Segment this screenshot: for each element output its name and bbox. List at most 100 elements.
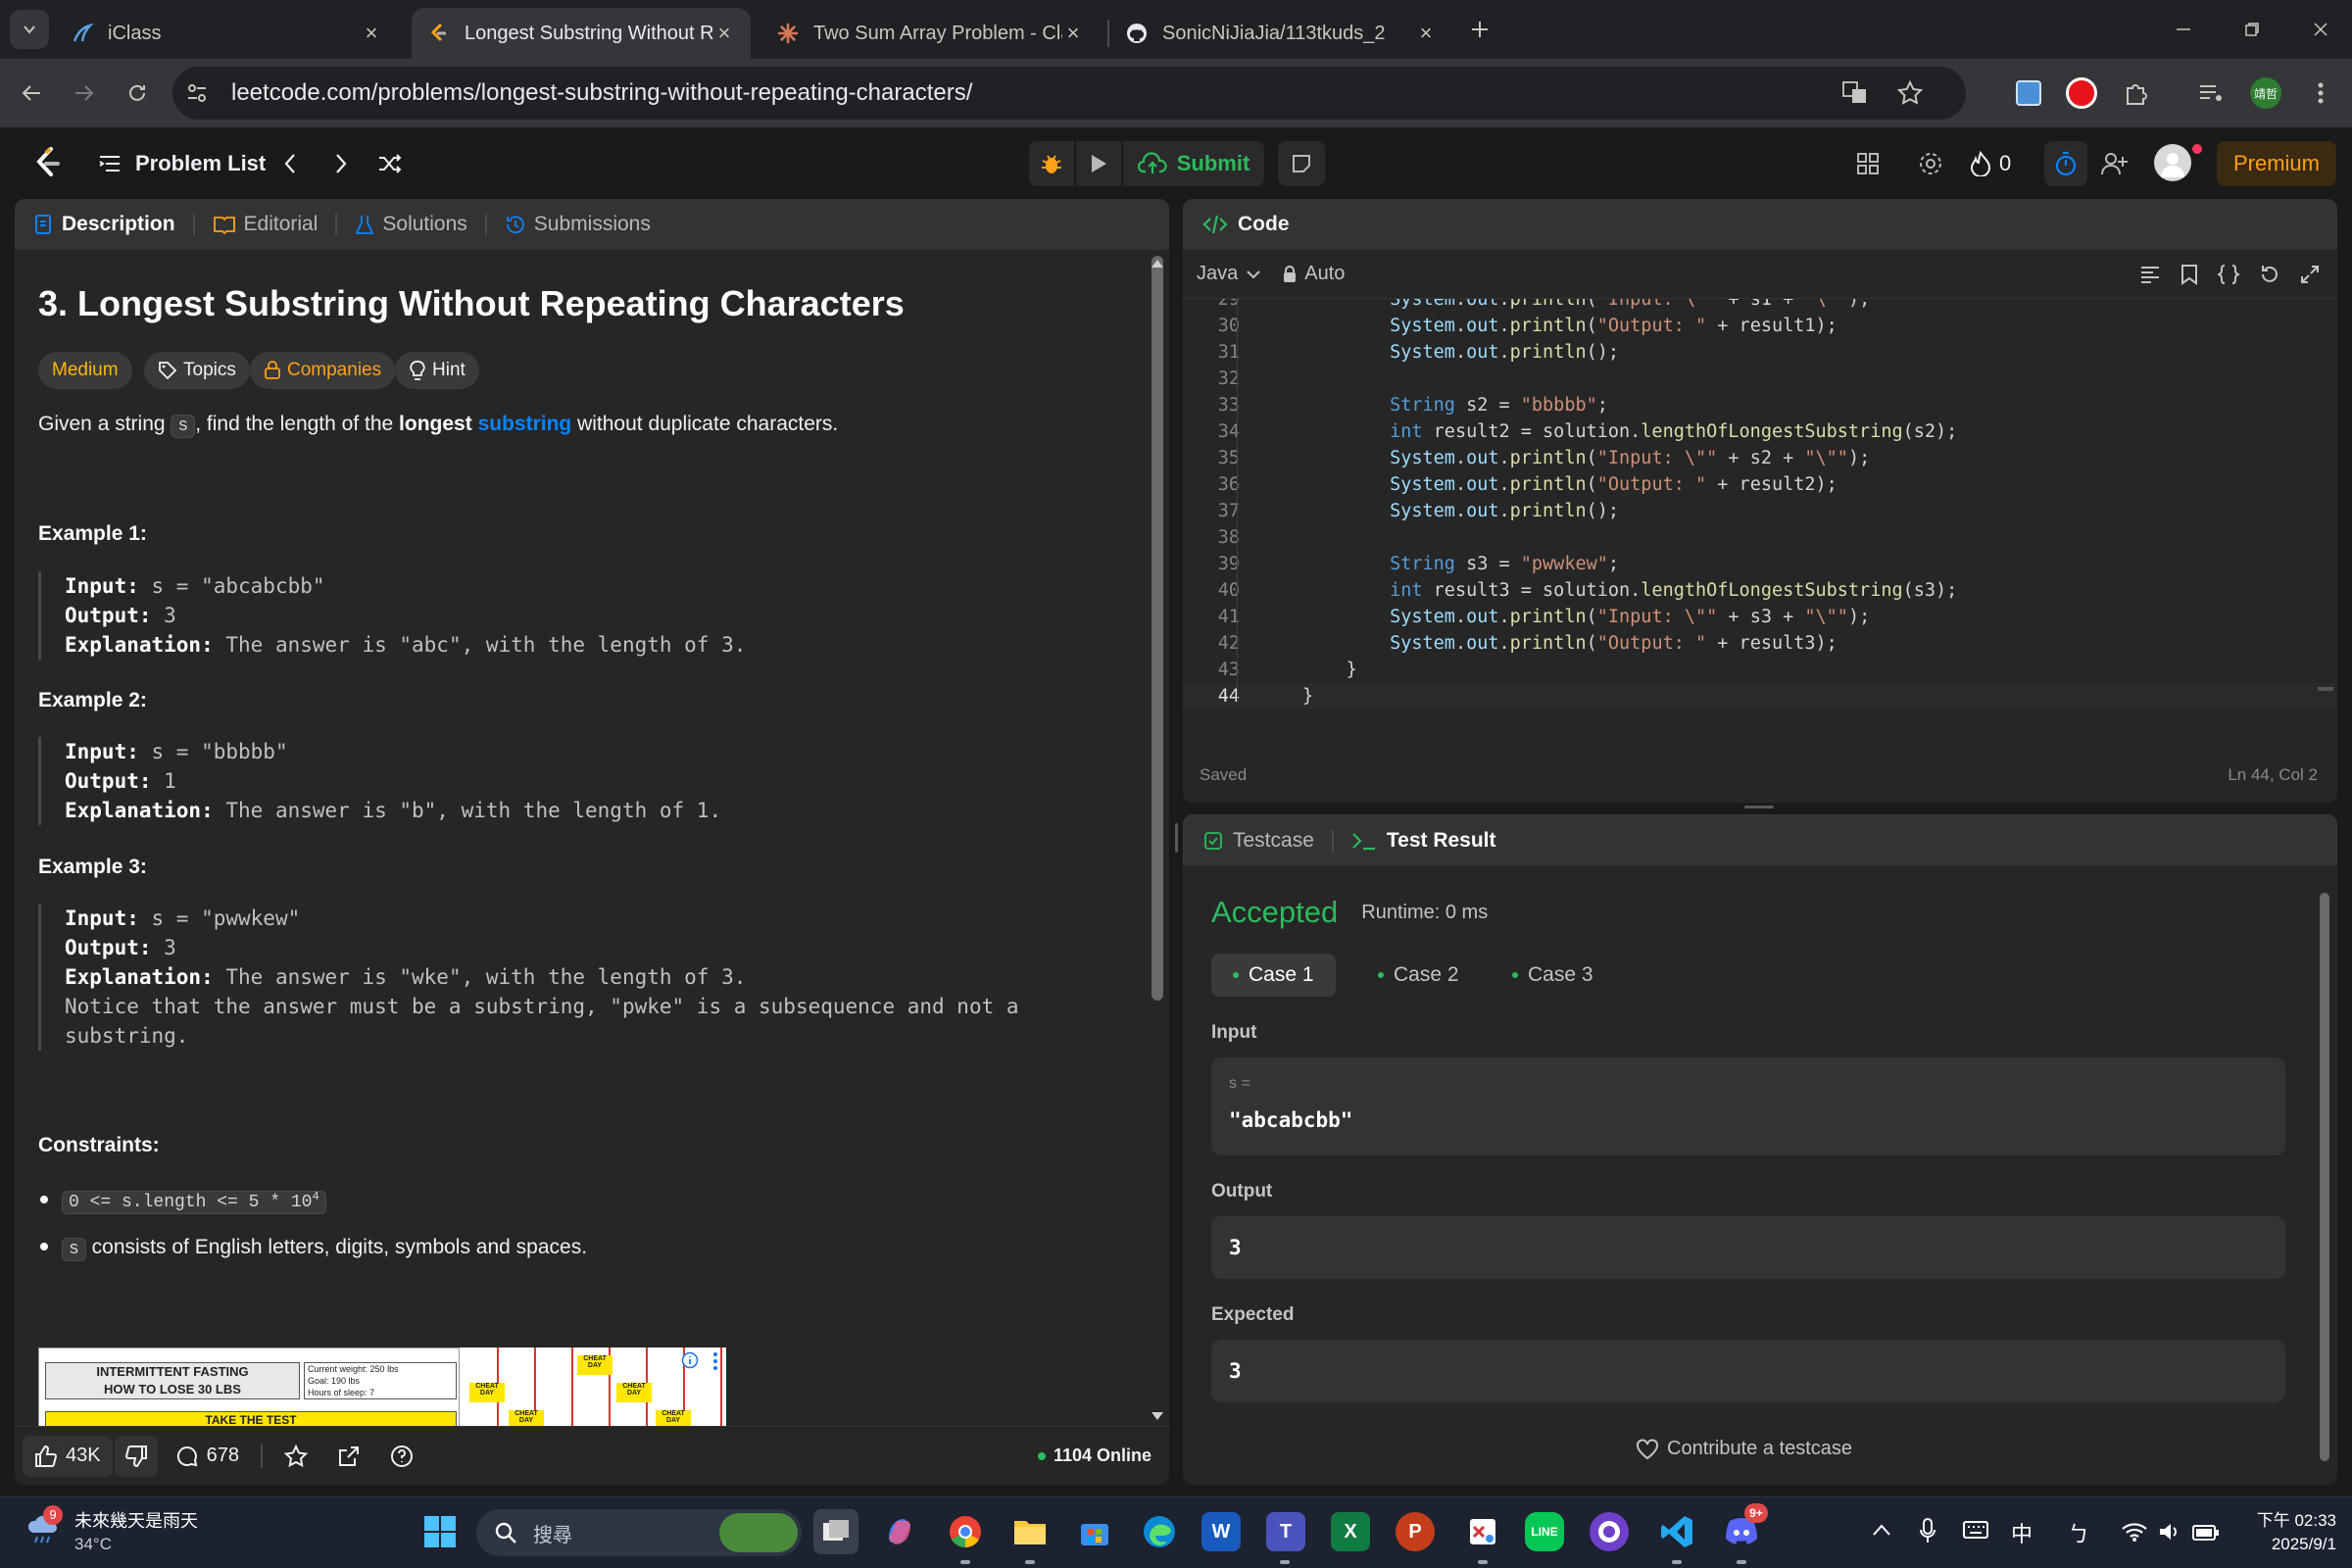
url-text[interactable]: leetcode.com/problems/longest-substring-… <box>231 79 972 107</box>
code-line[interactable]: 33 String s2 = "bbbbb"; <box>1183 392 2337 418</box>
extensions-button[interactable] <box>2117 74 2156 113</box>
code-editor[interactable]: 29 System.out.println("Input: \"" + s1 +… <box>1183 299 2337 730</box>
line-button[interactable]: LINE <box>1525 1512 1564 1551</box>
vscode-button[interactable] <box>1654 1509 1699 1554</box>
browser-tab-github[interactable]: SonicNiJiaJia/113tkuds_2 × <box>1109 8 1452 59</box>
task-view-button[interactable] <box>813 1509 858 1554</box>
code-line[interactable]: 40 int result3 = solution.lengthOfLonges… <box>1183 577 2337 604</box>
close-icon[interactable]: × <box>1062 21 1084 46</box>
speaker-icon[interactable] <box>2158 1521 2181 1543</box>
code-line[interactable]: 41 System.out.println("Input: \"" + s3 +… <box>1183 604 2337 630</box>
timer-button[interactable] <box>2044 141 2087 186</box>
github-desktop-button[interactable] <box>1590 1512 1629 1551</box>
restore-button[interactable] <box>2232 10 2272 49</box>
reload-button[interactable] <box>118 74 157 113</box>
scroll-down-icon[interactable] <box>1150 1410 1165 1422</box>
code-line[interactable]: 29 System.out.println("Input: \"" + s1 +… <box>1183 299 2337 313</box>
close-icon[interactable]: × <box>1415 21 1437 46</box>
random-problem-button[interactable] <box>372 147 408 180</box>
comments-button[interactable]: 678 <box>175 1445 239 1468</box>
invite-button[interactable] <box>2097 147 2132 180</box>
extension-button[interactable] <box>2009 74 2048 113</box>
close-icon[interactable]: × <box>361 21 382 46</box>
code-line[interactable]: 42 System.out.println("Output: " + resul… <box>1183 630 2337 657</box>
reset-icon[interactable] <box>2259 264 2280 285</box>
help-icon[interactable] <box>390 1445 414 1468</box>
code-line[interactable]: 38 <box>1183 524 2337 551</box>
wifi-icon[interactable] <box>2121 1521 2148 1543</box>
problem-list-button[interactable]: Problem List <box>98 147 266 180</box>
edge-button[interactable] <box>1137 1509 1182 1554</box>
topics-tag[interactable]: Topics <box>144 352 250 389</box>
powerpoint-button[interactable]: P <box>1396 1512 1435 1551</box>
weather-widget-icon[interactable]: 9 <box>25 1505 63 1546</box>
excel-button[interactable]: X <box>1331 1512 1370 1551</box>
code-line[interactable]: 39 String s3 = "pwwkew"; <box>1183 551 2337 577</box>
expand-icon[interactable] <box>2300 265 2320 284</box>
clock[interactable]: 下午 02:33 2025/9/1 <box>2238 1509 2336 1556</box>
user-avatar[interactable] <box>2154 144 2191 181</box>
code-line[interactable]: 34 int result2 = solution.lengthOfLonges… <box>1183 418 2337 445</box>
share-icon[interactable] <box>337 1445 361 1468</box>
horizontal-resize-handle[interactable] <box>1744 806 1774 808</box>
browser-tab-leetcode[interactable]: Longest Substring Without Re × <box>412 8 751 59</box>
media-button[interactable] <box>2191 74 2230 113</box>
next-problem-button[interactable] <box>325 147 357 180</box>
bookmark-star-icon[interactable] <box>1897 80 1923 106</box>
forward-button[interactable] <box>65 74 104 113</box>
copilot-button[interactable] <box>877 1509 922 1554</box>
back-button[interactable] <box>12 74 51 113</box>
debug-button[interactable] <box>1029 141 1074 186</box>
layout-button[interactable] <box>1850 147 1886 180</box>
code-line[interactable]: 35 System.out.println("Input: \"" + s2 +… <box>1183 445 2337 471</box>
close-window-button[interactable] <box>2301 10 2340 49</box>
streak-button[interactable]: 0 <box>1970 147 2011 180</box>
browser-tab-claude[interactable]: Two Sum Array Problem - Cla × <box>760 8 1100 59</box>
start-button[interactable] <box>417 1509 463 1554</box>
code-line[interactable]: 43 } <box>1183 657 2337 683</box>
chrome-button[interactable] <box>943 1509 988 1554</box>
omnibox[interactable]: leetcode.com/problems/longest-substring-… <box>172 67 1966 120</box>
autocomplete-mode[interactable]: Auto <box>1283 263 1345 285</box>
case-tab-3[interactable]: Case 3 <box>1491 954 1615 997</box>
problem-title[interactable]: 3. Longest Substring Without Repeating C… <box>38 283 905 324</box>
companies-tag[interactable]: Companies <box>250 352 396 389</box>
substring-link[interactable]: substring <box>478 413 572 435</box>
code-line[interactable]: 31 System.out.println(); <box>1183 339 2337 366</box>
snipping-tool-button[interactable] <box>1460 1509 1505 1554</box>
tab-test-result[interactable]: Test Result <box>1351 829 1496 853</box>
adblock-button[interactable] <box>2062 74 2101 113</box>
browser-menu-button[interactable] <box>2301 74 2340 113</box>
code-line[interactable]: 44} <box>1183 683 2337 710</box>
new-tab-button[interactable] <box>1460 10 1499 49</box>
store-button[interactable] <box>1072 1509 1117 1554</box>
case-tab-1[interactable]: Case 1 <box>1211 954 1336 997</box>
file-explorer-button[interactable] <box>1007 1509 1053 1554</box>
premium-button[interactable]: Premium <box>2217 141 2336 186</box>
code-line[interactable]: 37 System.out.println(); <box>1183 498 2337 524</box>
braces-icon[interactable] <box>2218 264 2239 285</box>
site-settings-icon[interactable] <box>186 82 208 104</box>
like-button[interactable]: 43K <box>23 1435 113 1477</box>
weather-text[interactable]: 未來幾天是雨天 <box>74 1507 198 1533</box>
taskbar-search[interactable]: 搜尋 <box>476 1509 802 1556</box>
star-icon[interactable] <box>283 1444 308 1468</box>
tab-search-button[interactable] <box>10 10 49 49</box>
keyboard-icon[interactable] <box>1962 1519 1989 1541</box>
tab-editorial[interactable]: Editorial <box>213 213 318 236</box>
case-tab-2[interactable]: Case 2 <box>1356 954 1481 997</box>
code-line[interactable]: 32 <box>1183 366 2337 392</box>
tab-testcase[interactable]: Testcase <box>1203 829 1314 853</box>
ad-info-icon[interactable] <box>681 1351 699 1369</box>
tab-submissions[interactable]: Submissions <box>505 213 651 236</box>
notes-button[interactable] <box>1278 141 1325 186</box>
ime-mode[interactable]: 中 <box>2011 1517 2033 1548</box>
tab-solutions[interactable]: Solutions <box>355 213 467 236</box>
test-scrollbar[interactable] <box>2320 893 2329 1461</box>
contribute-testcase-button[interactable]: Contribute a testcase <box>1636 1438 1852 1460</box>
settings-button[interactable] <box>1913 147 1948 180</box>
close-icon[interactable]: × <box>713 21 735 46</box>
description-scrollbar[interactable] <box>1152 256 1163 1001</box>
submit-button[interactable]: Submit <box>1123 141 1264 186</box>
run-button[interactable] <box>1076 141 1121 186</box>
